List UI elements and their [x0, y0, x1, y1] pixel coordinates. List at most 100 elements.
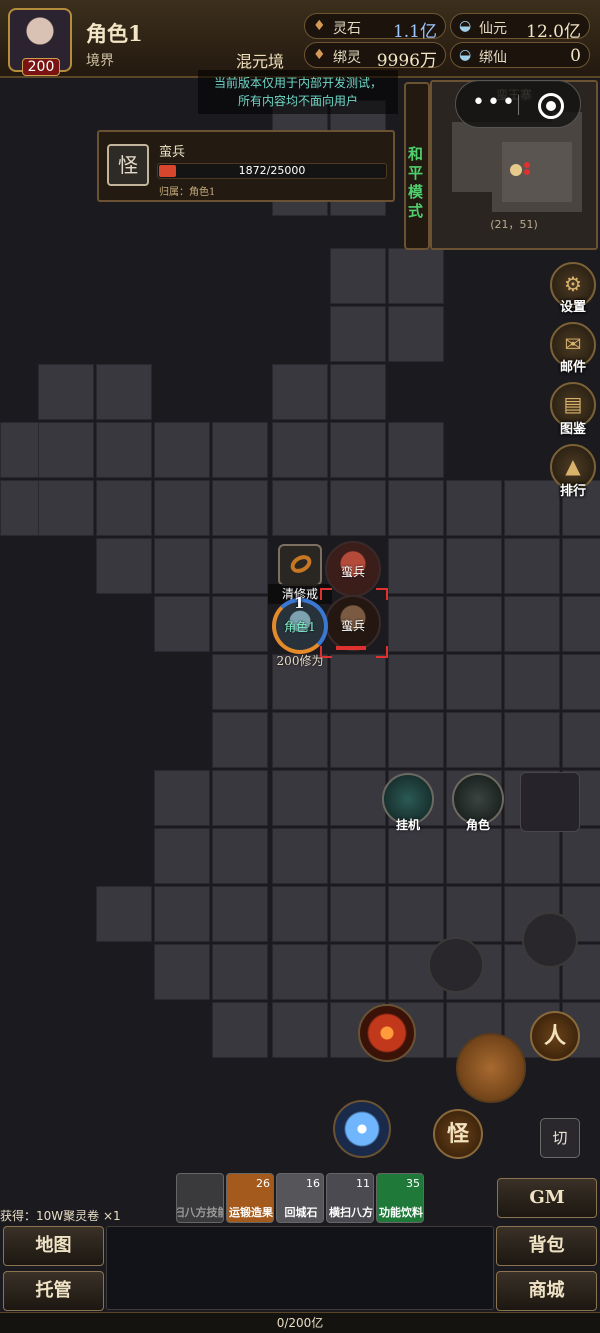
- floor-tile[interactable]: [96, 538, 152, 594]
- floor-tile[interactable]: [154, 828, 210, 884]
- floor-tile[interactable]: [272, 422, 328, 478]
- currency-xianyuan[interactable]: ◒ 仙元 12.0亿: [450, 13, 590, 42]
- gm-button[interactable]: GM: [497, 1178, 597, 1218]
- attack-button[interactable]: [456, 1033, 526, 1103]
- chat-panel[interactable]: [106, 1226, 494, 1310]
- floor-tile[interactable]: [388, 886, 444, 942]
- empty-slot[interactable]: [520, 772, 580, 832]
- floor-tile[interactable]: [96, 886, 152, 942]
- quick-slot-5[interactable]: 35 功能饮料: [376, 1173, 424, 1223]
- switch-target-button[interactable]: 切: [540, 1118, 580, 1158]
- floor-tile[interactable]: [212, 770, 268, 826]
- floor-tile[interactable]: [446, 538, 502, 594]
- floor-tile[interactable]: [562, 654, 600, 710]
- floor-tile[interactable]: [388, 654, 444, 710]
- more-dots-icon[interactable]: •••: [472, 91, 517, 115]
- floor-tile[interactable]: [212, 828, 268, 884]
- floor-tile[interactable]: [330, 712, 386, 768]
- target-monster-button[interactable]: 怪: [433, 1109, 483, 1159]
- floor-tile[interactable]: [38, 422, 94, 478]
- floor-tile[interactable]: [562, 828, 600, 884]
- floor-tile[interactable]: [446, 596, 502, 652]
- floor-tile[interactable]: [272, 1002, 328, 1058]
- floor-tile[interactable]: [154, 480, 210, 536]
- floor-tile[interactable]: [446, 886, 502, 942]
- floor-tile[interactable]: [212, 480, 268, 536]
- floor-tile[interactable]: [388, 596, 444, 652]
- floor-tile[interactable]: [272, 364, 328, 420]
- player-character[interactable]: 1 角色1: [272, 594, 328, 654]
- floor-tile[interactable]: [388, 828, 444, 884]
- floor-tile[interactable]: [38, 480, 94, 536]
- floor-tile[interactable]: [504, 538, 560, 594]
- floor-tile[interactable]: [154, 944, 210, 1000]
- floor-tile[interactable]: [330, 306, 386, 362]
- close-target-icon[interactable]: [538, 93, 564, 119]
- floor-tile[interactable]: [154, 538, 210, 594]
- dropped-ring-item[interactable]: [278, 544, 322, 586]
- floor-tile[interactable]: [272, 944, 328, 1000]
- floor-tile[interactable]: [330, 248, 386, 304]
- floor-tile[interactable]: [504, 828, 560, 884]
- floor-tile[interactable]: [330, 886, 386, 942]
- floor-tile[interactable]: [562, 596, 600, 652]
- floor-tile[interactable]: [330, 364, 386, 420]
- ice-skill-button[interactable]: [333, 1100, 391, 1158]
- floor-tile[interactable]: [504, 712, 560, 768]
- floor-tile[interactable]: [272, 480, 328, 536]
- currency-bound-xian[interactable]: ◒ 绑仙 0: [450, 42, 590, 68]
- floor-tile[interactable]: [330, 422, 386, 478]
- floor-tile[interactable]: [272, 712, 328, 768]
- target-player-button[interactable]: 人: [530, 1011, 580, 1061]
- floor-tile[interactable]: [96, 364, 152, 420]
- currency-spirit-stone[interactable]: ♦ 灵石 1.1亿: [304, 13, 446, 42]
- floor-tile[interactable]: [212, 1002, 268, 1058]
- floor-tile[interactable]: [388, 712, 444, 768]
- floor-tile[interactable]: [388, 538, 444, 594]
- shop-button[interactable]: 商城: [496, 1271, 597, 1311]
- floor-tile[interactable]: [388, 480, 444, 536]
- floor-tile[interactable]: [504, 654, 560, 710]
- floor-tile[interactable]: [446, 712, 502, 768]
- floor-tile[interactable]: [562, 712, 600, 768]
- floor-tile[interactable]: [272, 828, 328, 884]
- bag-button[interactable]: 背包: [496, 1226, 597, 1266]
- floor-tile[interactable]: [212, 596, 268, 652]
- floor-tile[interactable]: [212, 712, 268, 768]
- floor-tile[interactable]: [330, 480, 386, 536]
- floor-tile[interactable]: [562, 538, 600, 594]
- floor-tile[interactable]: [154, 422, 210, 478]
- floor-tile[interactable]: [154, 596, 210, 652]
- floor-tile[interactable]: [154, 886, 210, 942]
- quick-slot-3[interactable]: 16 回城石: [276, 1173, 324, 1223]
- floor-tile[interactable]: [504, 596, 560, 652]
- fire-skill-button[interactable]: [358, 1004, 416, 1062]
- floor-tile[interactable]: [272, 886, 328, 942]
- floor-tile[interactable]: [446, 480, 502, 536]
- floor-tile[interactable]: [212, 886, 268, 942]
- floor-tile[interactable]: [388, 306, 444, 362]
- floor-tile[interactable]: [212, 538, 268, 594]
- floor-tile[interactable]: [330, 828, 386, 884]
- floor-tile[interactable]: [446, 828, 502, 884]
- quick-slot-2[interactable]: 26 运锻造果: [226, 1173, 274, 1223]
- auto-manage-button[interactable]: 托管: [3, 1271, 104, 1311]
- map-button[interactable]: 地图: [3, 1226, 104, 1266]
- floor-tile[interactable]: [38, 364, 94, 420]
- floor-tile[interactable]: [388, 422, 444, 478]
- peace-mode-toggle[interactable]: 和平模式: [404, 82, 430, 250]
- floor-tile[interactable]: [212, 422, 268, 478]
- floor-tile[interactable]: [272, 770, 328, 826]
- skill-slot-empty[interactable]: [522, 912, 578, 968]
- floor-tile[interactable]: [446, 654, 502, 710]
- quick-slot-4[interactable]: 11 横扫八方: [326, 1173, 374, 1223]
- currency-bound-spirit[interactable]: ♦ 绑灵 9996万: [304, 42, 446, 71]
- floor-tile[interactable]: [154, 770, 210, 826]
- floor-tile[interactable]: [96, 480, 152, 536]
- skill-slot-empty[interactable]: [428, 937, 484, 993]
- floor-tile[interactable]: [96, 422, 152, 478]
- quick-slot-1[interactable]: 扫八方技能: [176, 1173, 224, 1223]
- floor-tile[interactable]: [388, 248, 444, 304]
- floor-tile[interactable]: [212, 944, 268, 1000]
- floor-tile[interactable]: [330, 944, 386, 1000]
